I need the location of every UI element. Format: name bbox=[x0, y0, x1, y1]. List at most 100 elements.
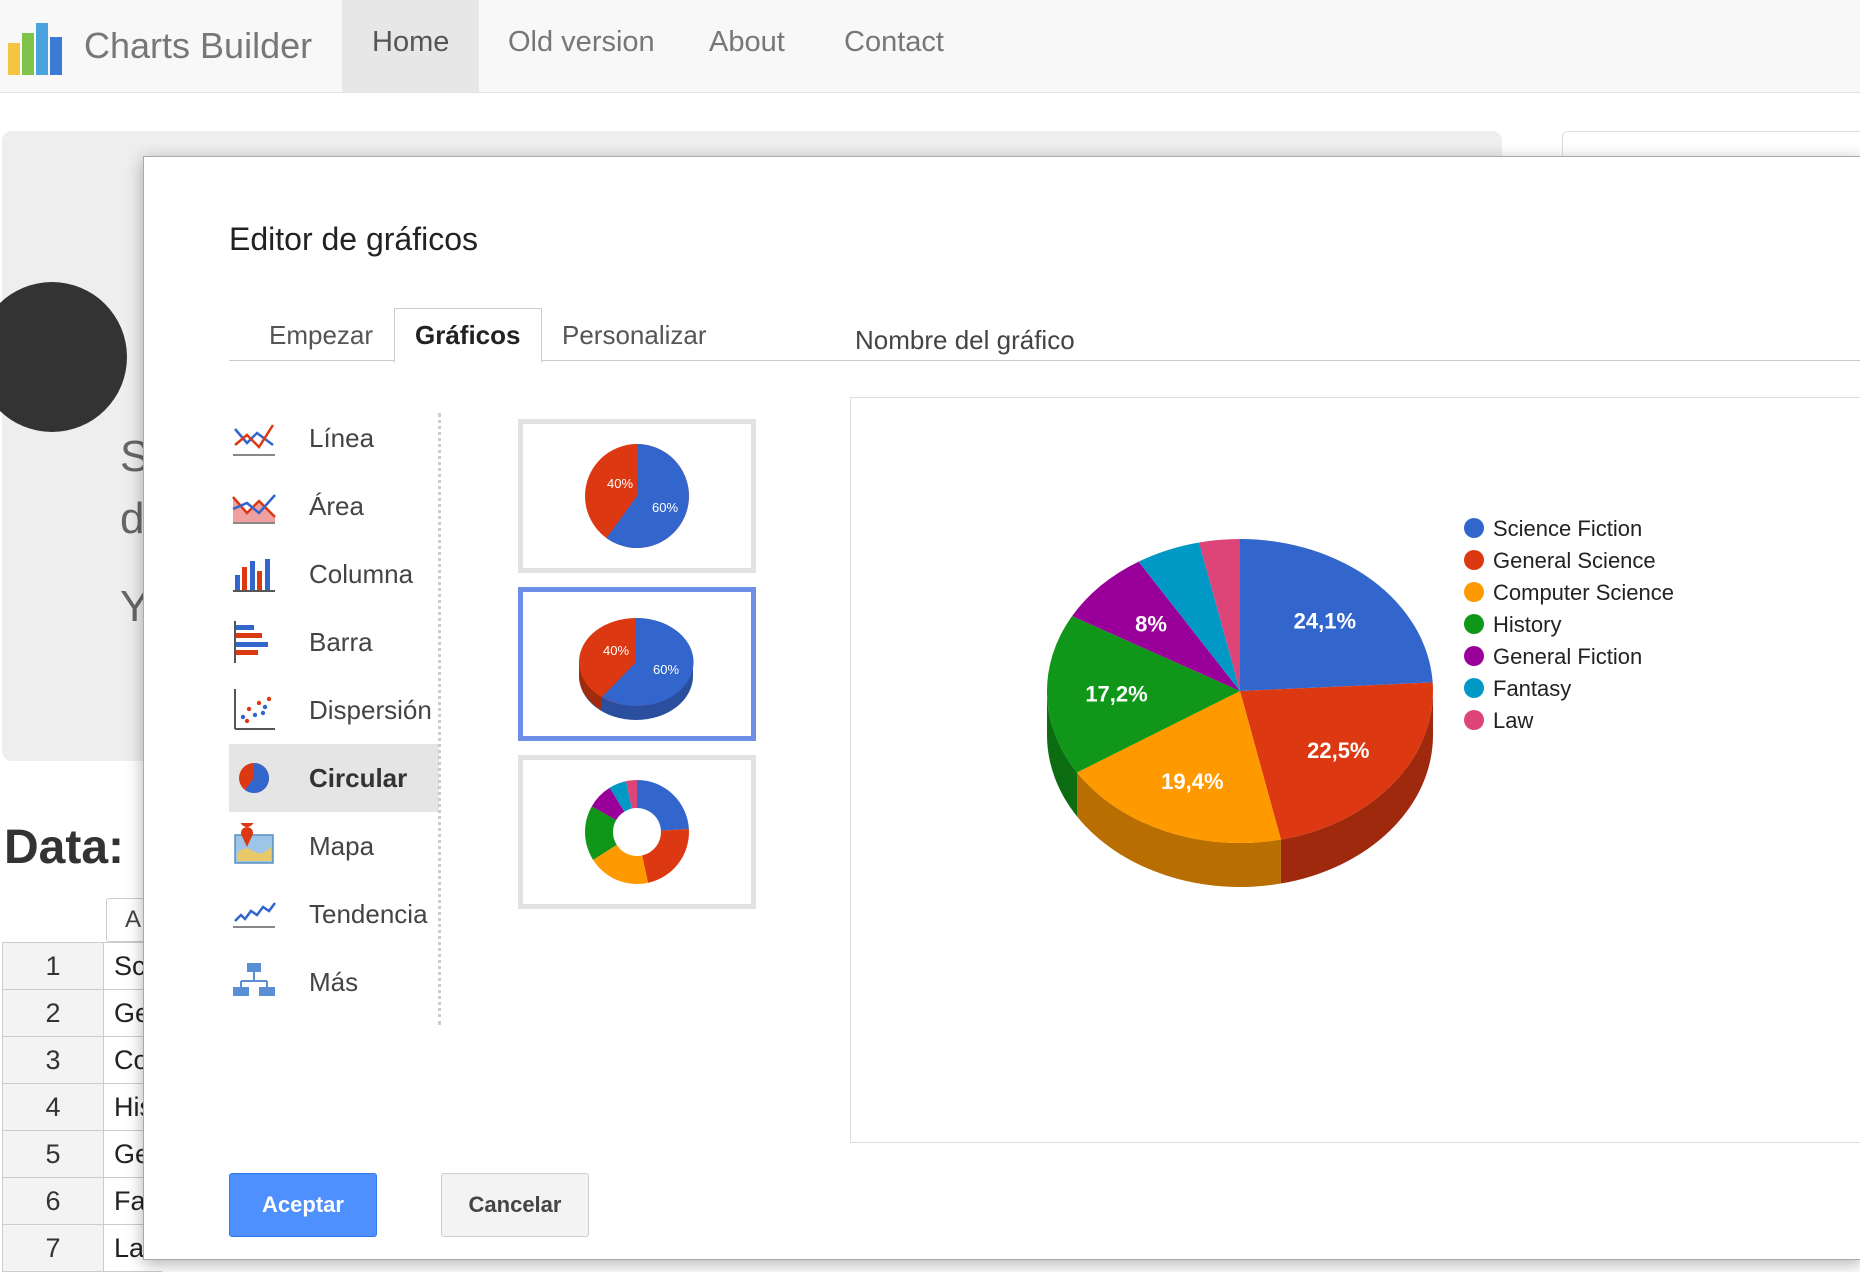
charts-builder-logo-icon bbox=[8, 23, 62, 75]
background-text: d bbox=[120, 494, 145, 543]
pie-slice-label: 22,5% bbox=[1307, 738, 1369, 763]
donut-thumbnail-icon bbox=[585, 780, 689, 884]
donut-slice bbox=[642, 829, 689, 883]
chart-type-list: Línea Área Columna Barra Dispersión Circ… bbox=[229, 404, 449, 1016]
chart-preview: 24,1% 22,5% 19,4% 17,2% 8% Science Fiction Gen… bbox=[850, 397, 1860, 1143]
legend-label[interactable]: Computer Science bbox=[1493, 580, 1674, 605]
brand-name: Charts Builder bbox=[84, 25, 313, 66]
nav-about[interactable]: About bbox=[679, 0, 815, 92]
pie-thumbnail-icon: 40% 60% bbox=[585, 444, 689, 548]
chart-type-label: Área bbox=[309, 490, 364, 521]
chart-type-circular[interactable]: Circular bbox=[229, 744, 439, 812]
row-number: 6 bbox=[2, 1178, 104, 1224]
chart-type-columna[interactable]: Columna bbox=[229, 540, 449, 608]
donut-slice bbox=[637, 780, 689, 831]
chart-type-label: Tendencia bbox=[309, 898, 428, 929]
pie-slice-label: 17,2% bbox=[1085, 681, 1147, 706]
row-number: 3 bbox=[2, 1037, 104, 1083]
legend-swatch bbox=[1464, 550, 1484, 570]
chart-type-area[interactable]: Área bbox=[229, 472, 449, 540]
cancel-button[interactable]: Cancelar bbox=[441, 1173, 589, 1237]
chart-type-label: Mapa bbox=[309, 830, 375, 861]
cell[interactable]: Co bbox=[104, 1037, 149, 1083]
table-row[interactable]: 1 Sc bbox=[2, 943, 162, 990]
chart-type-label: Más bbox=[309, 966, 359, 997]
pie-slice-label: 24,1% bbox=[1294, 608, 1356, 633]
line-chart-icon bbox=[233, 424, 275, 456]
row-number: 1 bbox=[2, 943, 104, 989]
column-chart-icon bbox=[233, 559, 275, 592]
chart-type-linea[interactable]: Línea bbox=[229, 404, 449, 472]
pie-chart[interactable]: 24,1% 22,5% 19,4% 17,2% 8% Science Fiction Gen… bbox=[851, 398, 1860, 1142]
legend-label[interactable]: Science Fiction bbox=[1493, 516, 1642, 541]
table-row[interactable]: 6 Fa bbox=[2, 1178, 162, 1225]
chart-type-mas[interactable]: Más bbox=[229, 948, 449, 1016]
legend-swatch bbox=[1464, 614, 1484, 634]
nav-contact[interactable]: Contact bbox=[814, 0, 974, 92]
thumbnail-label: 60% bbox=[653, 662, 679, 677]
data-grid: 1 Sc 2 Ge 3 Co 4 His 5 Ge 6 Fa 7 La bbox=[2, 942, 162, 1272]
cell[interactable]: La bbox=[104, 1225, 145, 1271]
accept-button[interactable]: Aceptar bbox=[229, 1173, 377, 1237]
chart-legend: Science Fiction General Science Computer S… bbox=[1464, 516, 1674, 733]
brand[interactable]: Charts Builder bbox=[0, 0, 312, 92]
type-list-divider bbox=[438, 413, 441, 1025]
thumbnail-3d-pie[interactable]: 40% 60% bbox=[518, 587, 756, 741]
table-row[interactable]: 5 Ge bbox=[2, 1131, 162, 1178]
thumbnail-label: 60% bbox=[652, 500, 678, 515]
nav-home[interactable]: Home bbox=[342, 0, 480, 92]
legend-swatch bbox=[1464, 518, 1484, 538]
pie-3d-thumbnail-icon: 40% 60% bbox=[579, 617, 694, 720]
chart-type-barra[interactable]: Barra bbox=[229, 608, 449, 676]
scatter-chart-icon bbox=[234, 689, 275, 730]
row-number: 4 bbox=[2, 1084, 104, 1130]
row-number: 2 bbox=[2, 990, 104, 1036]
area-chart-icon bbox=[232, 494, 276, 524]
row-number: 7 bbox=[2, 1225, 104, 1271]
chart-editor-dialog: Editor de gráficos Empezar Gráficos Pers… bbox=[143, 156, 1860, 1260]
table-row[interactable]: 4 His bbox=[2, 1084, 162, 1131]
table-row[interactable]: 2 Ge bbox=[2, 990, 162, 1037]
legend-swatch bbox=[1464, 678, 1484, 698]
legend-label[interactable]: General Science bbox=[1493, 548, 1656, 573]
chart-type-label: Circular bbox=[309, 762, 408, 793]
thumbnail-pie[interactable]: 40% 60% bbox=[518, 419, 756, 573]
pie-chart-icon bbox=[239, 763, 269, 793]
legend-label[interactable]: Law bbox=[1493, 708, 1533, 733]
legend-label[interactable]: History bbox=[1493, 612, 1561, 637]
chart-type-dispersion[interactable]: Dispersión bbox=[229, 676, 449, 744]
legend-swatch bbox=[1464, 582, 1484, 602]
chart-type-label: Columna bbox=[309, 558, 414, 589]
chart-type-label: Dispersión bbox=[309, 694, 432, 725]
nav-old-version[interactable]: Old version bbox=[478, 0, 685, 92]
tab-graficos[interactable]: Gráficos bbox=[394, 308, 542, 363]
map-icon bbox=[234, 823, 274, 864]
dialog-title: Editor de gráficos bbox=[229, 221, 479, 257]
row-number: 5 bbox=[2, 1131, 104, 1177]
tab-empezar[interactable]: Empezar bbox=[249, 309, 393, 361]
cell[interactable]: Sc bbox=[104, 943, 146, 989]
chart-type-tendencia[interactable]: Tendencia bbox=[229, 880, 449, 948]
chart-type-mapa[interactable]: Mapa bbox=[229, 812, 449, 880]
pie-slice-label: 8% bbox=[1135, 612, 1167, 637]
chart-type-label: Barra bbox=[309, 626, 373, 657]
chart-type-label: Línea bbox=[309, 422, 375, 453]
navbar: Charts Builder Home Old version About Co… bbox=[0, 0, 1860, 93]
more-charts-icon bbox=[233, 963, 275, 996]
cell[interactable]: Fa bbox=[104, 1178, 146, 1224]
legend-swatch bbox=[1464, 710, 1484, 730]
legend-label[interactable]: General Fiction bbox=[1493, 644, 1642, 669]
bar-chart-icon bbox=[234, 621, 268, 663]
thumbnail-donut[interactable] bbox=[518, 755, 756, 909]
chart-name-label[interactable]: Nombre del gráfico bbox=[855, 325, 1075, 356]
tab-personalizar[interactable]: Personalizar bbox=[542, 309, 727, 361]
thumbnail-label: 40% bbox=[603, 643, 629, 658]
table-row[interactable]: 7 La bbox=[2, 1225, 162, 1272]
table-row[interactable]: 3 Co bbox=[2, 1037, 162, 1084]
pie-slice-label: 19,4% bbox=[1161, 769, 1223, 794]
legend-label[interactable]: Fantasy bbox=[1493, 676, 1571, 701]
data-heading: Data: bbox=[4, 821, 125, 874]
thumbnail-label: 40% bbox=[607, 476, 633, 491]
legend-swatch bbox=[1464, 646, 1484, 666]
trend-icon bbox=[233, 902, 276, 928]
